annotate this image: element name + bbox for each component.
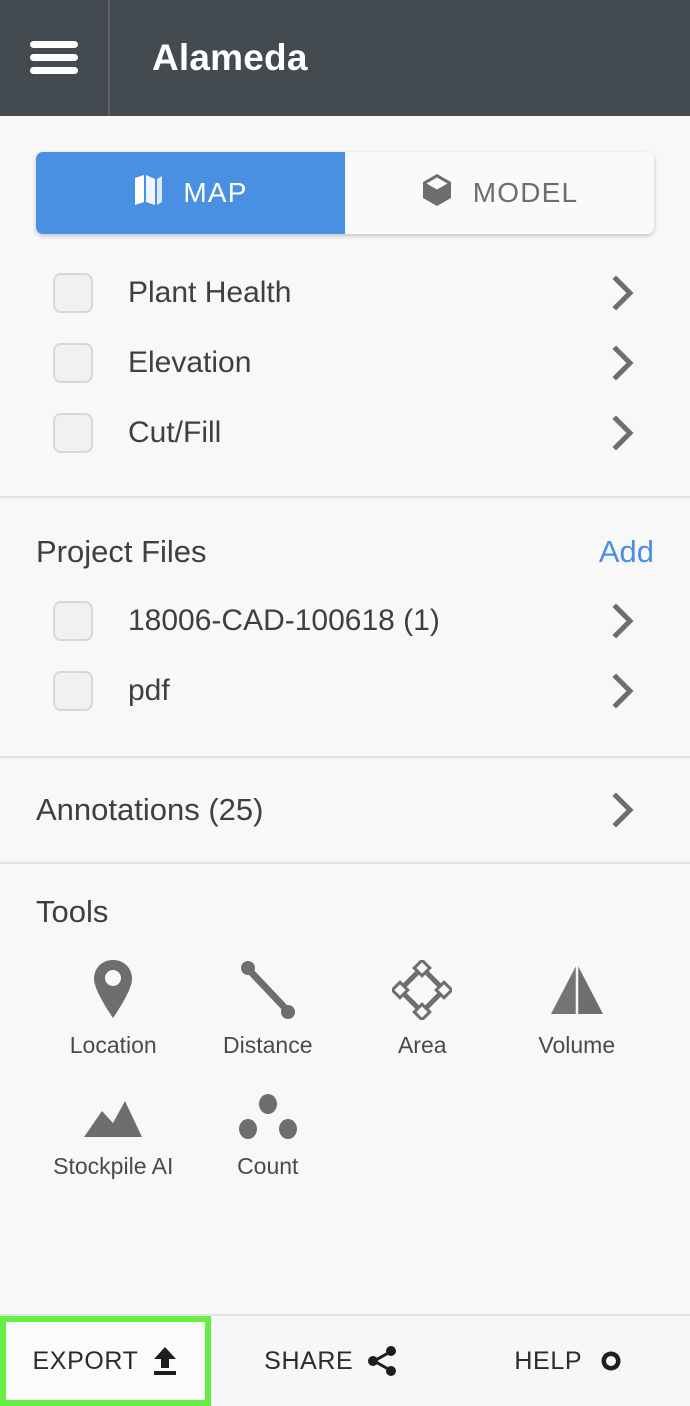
chevron-right-icon[interactable] bbox=[612, 604, 634, 638]
layer-checkbox[interactable] bbox=[53, 343, 93, 383]
app-header: Alameda bbox=[0, 0, 690, 116]
layer-row-plant-health[interactable]: Plant Health bbox=[36, 258, 654, 328]
tab-model[interactable]: MODEL bbox=[345, 152, 654, 234]
map-pin-icon bbox=[82, 958, 144, 1020]
lifebuoy-icon bbox=[596, 1346, 626, 1376]
export-label: EXPORT bbox=[32, 1346, 139, 1375]
file-row-pdf[interactable]: pdf bbox=[36, 656, 654, 726]
tool-area[interactable]: Area bbox=[345, 944, 500, 1065]
page-title: Alameda bbox=[152, 37, 308, 78]
ruler-line-icon bbox=[237, 958, 299, 1020]
tool-label: Stockpile AI bbox=[53, 1153, 174, 1179]
polygon-diamond-icon bbox=[391, 958, 453, 1020]
pyramid-icon bbox=[546, 958, 608, 1020]
tool-stockpile-ai[interactable]: Stockpile AI bbox=[36, 1065, 191, 1186]
file-checkbox[interactable] bbox=[53, 601, 93, 641]
chevron-right-icon[interactable] bbox=[612, 346, 634, 380]
annotations-row[interactable]: Annotations (25) bbox=[0, 758, 690, 862]
tab-map[interactable]: MAP bbox=[36, 152, 345, 234]
chevron-right-icon[interactable] bbox=[612, 276, 634, 310]
tab-map-label: MAP bbox=[183, 177, 248, 208]
tools-section: Tools Location Distance Area Volume Stoc… bbox=[0, 864, 690, 1186]
cube-icon bbox=[421, 173, 453, 214]
view-toggle-wrapper: MAP MODEL bbox=[0, 116, 690, 234]
tools-title: Tools bbox=[36, 894, 109, 929]
menu-button[interactable] bbox=[0, 0, 110, 116]
tool-volume[interactable]: Volume bbox=[500, 944, 655, 1065]
layer-checkbox[interactable] bbox=[53, 273, 93, 313]
file-label: 18006-CAD-100618 (1) bbox=[128, 604, 440, 637]
annotations-label: Annotations (25) bbox=[36, 792, 264, 827]
three-dots-icon bbox=[237, 1079, 299, 1141]
chevron-right-icon[interactable] bbox=[612, 674, 634, 708]
tool-label: Area bbox=[397, 1032, 447, 1058]
layers-section: Plant Health Elevation Cut/Fill bbox=[0, 234, 690, 496]
tab-model-label: MODEL bbox=[472, 177, 579, 208]
add-file-button[interactable]: Add bbox=[599, 534, 654, 570]
layer-row-cut-fill[interactable]: Cut/Fill bbox=[36, 398, 654, 468]
share-button[interactable]: SHARE bbox=[211, 1316, 451, 1406]
layer-row-elevation[interactable]: Elevation bbox=[36, 328, 654, 398]
layer-checkbox[interactable] bbox=[53, 413, 93, 453]
hamburger-icon bbox=[30, 41, 78, 75]
help-label: HELP bbox=[514, 1346, 583, 1375]
tool-label: Volume bbox=[538, 1032, 616, 1058]
map-icon bbox=[133, 174, 163, 213]
chevron-right-icon[interactable] bbox=[612, 793, 634, 827]
project-files-header: Project Files Add bbox=[36, 534, 654, 570]
project-files-section: Project Files Add 18006-CAD-100618 (1) p… bbox=[0, 498, 690, 756]
export-button[interactable]: EXPORT bbox=[0, 1316, 211, 1406]
layer-label: Elevation bbox=[128, 346, 252, 379]
upload-icon bbox=[152, 1346, 178, 1376]
share-nodes-icon bbox=[367, 1346, 397, 1376]
file-checkbox[interactable] bbox=[53, 671, 93, 711]
tool-location[interactable]: Location bbox=[36, 944, 191, 1065]
tool-distance[interactable]: Distance bbox=[191, 944, 346, 1065]
tool-label: Location bbox=[69, 1032, 157, 1058]
tool-label: Distance bbox=[223, 1032, 313, 1058]
app-root: Alameda MAP MODEL Plant Health Elevation… bbox=[0, 0, 690, 1406]
view-toggle: MAP MODEL bbox=[36, 152, 654, 234]
project-files-title: Project Files bbox=[36, 534, 207, 569]
layer-label: Cut/Fill bbox=[128, 416, 222, 449]
tool-label: Count bbox=[237, 1153, 299, 1179]
file-label: pdf bbox=[128, 674, 170, 707]
share-label: SHARE bbox=[264, 1346, 354, 1375]
file-row-cad[interactable]: 18006-CAD-100618 (1) bbox=[36, 586, 654, 656]
tool-count[interactable]: Count bbox=[191, 1065, 346, 1186]
tools-grid: Location Distance Area Volume Stockpile … bbox=[36, 944, 654, 1186]
bottom-toolbar: EXPORT SHARE HELP bbox=[0, 1314, 690, 1406]
chevron-right-icon[interactable] bbox=[612, 416, 634, 450]
help-button[interactable]: HELP bbox=[451, 1316, 690, 1406]
mountain-icon bbox=[82, 1079, 144, 1141]
layer-label: Plant Health bbox=[128, 276, 292, 309]
